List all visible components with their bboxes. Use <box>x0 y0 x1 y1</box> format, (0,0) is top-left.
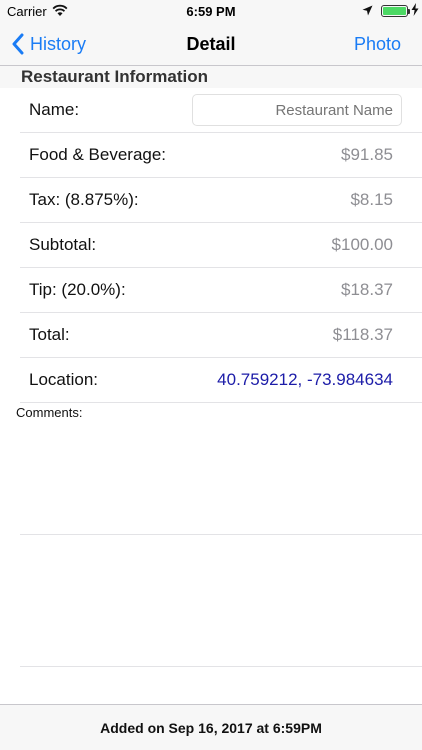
tip-row[interactable]: Tip: (20.0%): $18.37 <box>20 268 422 313</box>
comments-divider <box>20 666 422 667</box>
food-beverage-row[interactable]: Food & Beverage: $91.85 <box>20 133 422 178</box>
tip-value: $18.37 <box>341 280 393 299</box>
detail-screen: Carrier 6:59 PM History Detail Photo Res… <box>0 0 422 750</box>
section-header: Restaurant Information <box>0 66 422 88</box>
location-arrow-icon <box>362 4 373 19</box>
battery-tip <box>408 9 410 14</box>
subtotal-value: $100.00 <box>331 235 393 254</box>
tax-row[interactable]: Tax: (8.875%): $8.15 <box>20 178 422 223</box>
status-time: 6:59 PM <box>186 4 236 19</box>
added-date-footer: Added on Sep 16, 2017 at 6:59PM <box>0 704 422 750</box>
photo-button[interactable]: Photo <box>354 34 401 55</box>
charging-bolt-icon <box>411 3 419 19</box>
comments-divider <box>20 534 422 535</box>
total-value: $118.37 <box>332 325 393 344</box>
navigation-bar: History Detail Photo <box>0 22 422 66</box>
location-row[interactable]: Location: 40.759212, -73.984634 <box>20 358 422 403</box>
tax-label: Tax: (8.875%): <box>29 190 139 209</box>
subtotal-row[interactable]: Subtotal: $100.00 <box>20 223 422 268</box>
location-link[interactable]: 40.759212, -73.984634 <box>217 370 393 390</box>
total-row[interactable]: Total: $118.37 <box>20 313 422 358</box>
name-label: Name: <box>29 100 80 119</box>
tax-value: $8.15 <box>350 190 393 209</box>
battery-icon <box>381 5 408 17</box>
comments-text-area[interactable] <box>20 424 422 704</box>
name-row: Name: <box>20 88 422 133</box>
food-beverage-label: Food & Beverage: <box>29 145 167 164</box>
location-label: Location: <box>29 370 98 389</box>
comments-label: Comments: <box>16 405 83 420</box>
tip-label: Tip: (20.0%): <box>29 280 126 299</box>
total-label: Total: <box>29 325 70 344</box>
food-beverage-value: $91.85 <box>341 145 393 164</box>
form-rows: Name: Food & Beverage: $91.85 Tax: (8.87… <box>20 88 422 403</box>
status-bar: Carrier 6:59 PM <box>0 0 422 22</box>
subtotal-label: Subtotal: <box>29 235 97 254</box>
restaurant-name-field[interactable] <box>192 94 402 126</box>
